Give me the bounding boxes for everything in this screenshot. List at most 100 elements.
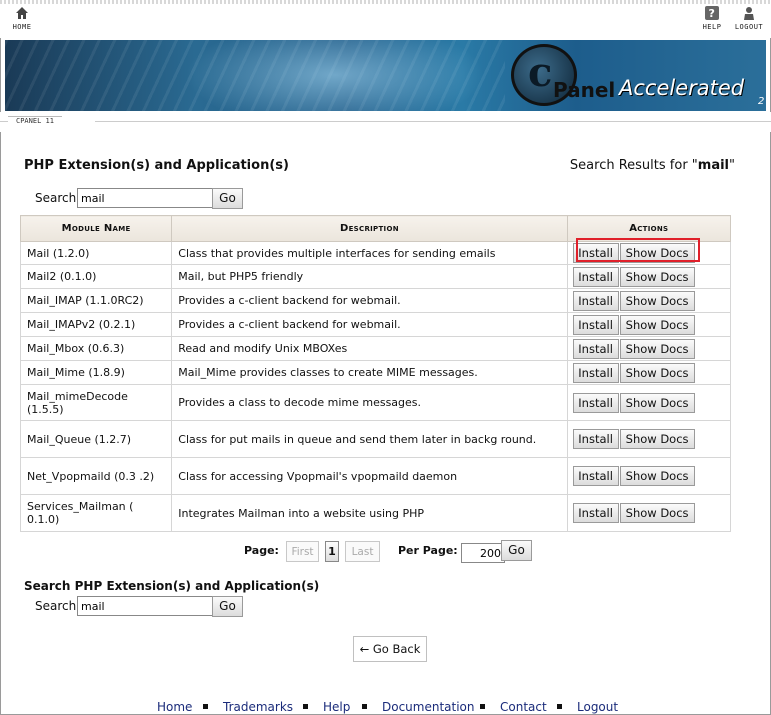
footer-link-documentation[interactable]: Documentation bbox=[382, 700, 475, 714]
actions-cell: Install Show Docs bbox=[566, 312, 732, 337]
footer-link-home[interactable]: Home bbox=[157, 700, 192, 714]
page-title: PHP Extension(s) and Application(s) bbox=[24, 158, 289, 173]
description-cell: Class that provides multiple interfaces … bbox=[171, 241, 568, 265]
search-input-bottom[interactable] bbox=[77, 596, 214, 616]
table-row: Mail_mimeDecode (1.5.5) Provides a class … bbox=[19, 384, 732, 421]
header-actions: Actions bbox=[566, 215, 732, 242]
current-page-button[interactable]: 1 bbox=[325, 541, 339, 562]
actions-cell: Install Show Docs bbox=[566, 360, 732, 385]
table-row: Services_Mailman ( 0.1.0) Integrates Mail… bbox=[19, 494, 732, 532]
home-label: HOME bbox=[12, 23, 32, 31]
results-prefix: Search Results for " bbox=[569, 158, 698, 173]
footer-separator bbox=[362, 704, 367, 709]
module-name-cell: Mail_Mbox (0.6.3) bbox=[19, 336, 173, 361]
search-label: Search bbox=[35, 191, 77, 205]
divider bbox=[0, 121, 8, 122]
search-results-label: Search Results for "mail" bbox=[570, 158, 735, 173]
help-label: HELP bbox=[702, 23, 722, 31]
show-docs-button[interactable]: Show Docs bbox=[619, 466, 695, 486]
install-button[interactable]: Install bbox=[572, 290, 619, 311]
actions-cell: Install Show Docs bbox=[566, 241, 732, 265]
bottom-search-form: Search bbox=[35, 596, 214, 616]
footer-link-logout[interactable]: Logout bbox=[577, 700, 618, 714]
logout-label: LOGOUT bbox=[734, 23, 764, 31]
results-term: mail bbox=[697, 158, 730, 173]
show-docs-button[interactable]: Show Docs bbox=[619, 266, 695, 287]
show-docs-button[interactable]: Show Docs bbox=[619, 314, 695, 335]
module-name-cell: Mail2 (0.1.0) bbox=[19, 264, 173, 289]
show-docs-button[interactable]: Show Docs bbox=[619, 429, 695, 449]
logo-accelerated-text: Accelerated bbox=[619, 76, 745, 100]
footer-separator bbox=[557, 704, 562, 709]
home-link[interactable]: HOME bbox=[9, 5, 35, 31]
footer-separator bbox=[303, 704, 308, 709]
footer-link-help[interactable]: Help bbox=[323, 700, 350, 714]
show-docs-button[interactable]: Show Docs bbox=[619, 290, 695, 311]
header-module-name: Module Name bbox=[19, 215, 173, 242]
top-toolbar: HOME ? HELP LOGOUT bbox=[0, 0, 771, 38]
help-icon: ? bbox=[705, 6, 719, 20]
first-page-button[interactable]: First bbox=[286, 541, 319, 562]
install-button[interactable]: Install bbox=[572, 362, 619, 383]
show-docs-button[interactable]: Show Docs bbox=[619, 392, 695, 413]
search-go-button[interactable]: Go bbox=[212, 188, 243, 209]
logo-c: c bbox=[528, 49, 553, 96]
install-button[interactable]: Install bbox=[572, 338, 619, 359]
description-cell: Provides a c-client backend for webmail. bbox=[171, 288, 568, 313]
module-name-cell: Mail_Queue (1.2.7) bbox=[19, 420, 173, 458]
show-docs-button[interactable]: Show Docs bbox=[619, 338, 695, 359]
description-cell: Read and modify Unix MBOXes bbox=[171, 336, 568, 361]
footer-link-trademarks[interactable]: Trademarks bbox=[223, 700, 293, 714]
install-button[interactable]: Install bbox=[572, 243, 619, 263]
module-name-cell: Net_Vpopmaild (0.3 .2) bbox=[19, 457, 173, 495]
go-back-button[interactable]: ← Go Back bbox=[353, 636, 427, 662]
logout-link[interactable]: LOGOUT bbox=[733, 5, 765, 31]
show-docs-button[interactable]: Show Docs bbox=[619, 503, 695, 523]
table-row: Mail2 (0.1.0) Mail, but PHP5 friendly Inst… bbox=[19, 264, 732, 289]
table-row: Mail_IMAP (1.1.0RC2) Provides a c-client … bbox=[19, 288, 732, 313]
per-page-label: Per Page: bbox=[398, 544, 458, 557]
footer-separator bbox=[480, 704, 485, 709]
logo-version-text: 2 bbox=[758, 96, 765, 107]
table-row: Mail_Queue (1.2.7) Class for put mails in… bbox=[19, 420, 732, 458]
last-page-button[interactable]: Last bbox=[345, 541, 380, 562]
per-page-input[interactable] bbox=[461, 543, 505, 563]
bottom-search-go-button[interactable]: Go bbox=[212, 596, 243, 617]
divider bbox=[95, 121, 771, 122]
actions-cell: Install Show Docs bbox=[566, 494, 732, 532]
description-cell: Class for accessing Vpopmail's vpopmaild… bbox=[171, 457, 568, 495]
install-button[interactable]: Install bbox=[572, 266, 619, 287]
install-button[interactable]: Install bbox=[572, 466, 619, 486]
table-row: Mail_Mime (1.8.9) Mail_Mime provides clas… bbox=[19, 360, 732, 385]
actions-cell: Install Show Docs bbox=[566, 264, 732, 289]
install-button[interactable]: Install bbox=[572, 392, 619, 413]
show-docs-button[interactable]: Show Docs bbox=[619, 362, 695, 383]
module-name-cell: Mail_Mime (1.8.9) bbox=[19, 360, 173, 385]
table-row: Mail_IMAPv2 (0.2.1) Provides a c-client b… bbox=[19, 312, 732, 337]
actions-cell: Install Show Docs bbox=[566, 288, 732, 313]
module-name-cell: Mail_IMAP (1.1.0RC2) bbox=[19, 288, 173, 313]
footer-nav: Home Trademarks Help Documentation Conta… bbox=[0, 700, 771, 715]
actions-cell: Install Show Docs bbox=[566, 384, 732, 421]
search-section-title: Search PHP Extension(s) and Application(… bbox=[24, 579, 320, 593]
footer-separator bbox=[203, 704, 208, 709]
description-cell: Mail, but PHP5 friendly bbox=[171, 264, 568, 289]
install-button[interactable]: Install bbox=[572, 314, 619, 335]
install-button[interactable]: Install bbox=[572, 503, 619, 523]
show-docs-button[interactable]: Show Docs bbox=[619, 243, 695, 263]
description-cell: Integrates Mailman into a website using … bbox=[171, 494, 568, 532]
per-page-go-button[interactable]: Go bbox=[501, 540, 532, 561]
table-row: Mail (1.2.0) Class that provides multiple… bbox=[19, 241, 732, 265]
actions-cell: Install Show Docs bbox=[566, 420, 732, 458]
search-input[interactable] bbox=[77, 188, 214, 208]
footer-link-contact[interactable]: Contact bbox=[500, 700, 547, 714]
svg-text:?: ? bbox=[709, 7, 716, 20]
module-name-cell: Mail (1.2.0) bbox=[19, 241, 173, 265]
cpanel-version-tag: CPANEL 11 bbox=[8, 116, 62, 127]
help-link[interactable]: ? HELP bbox=[701, 5, 723, 31]
description-cell: Provides a c-client backend for webmail. bbox=[171, 312, 568, 337]
modules-table: Module Name Description Actions Mail (1.… bbox=[19, 215, 732, 532]
actions-cell: Install Show Docs bbox=[566, 457, 732, 495]
install-button[interactable]: Install bbox=[572, 429, 619, 449]
module-name-cell: Services_Mailman ( 0.1.0) bbox=[19, 494, 173, 532]
